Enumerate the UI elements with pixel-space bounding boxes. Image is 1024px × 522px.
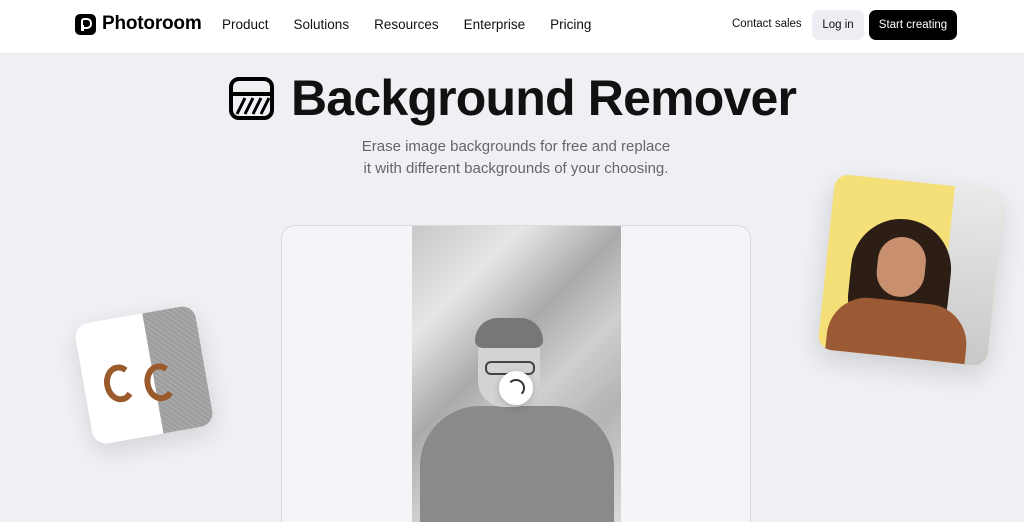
- subtitle-line-1: Erase image backgrounds for free and rep…: [361, 138, 671, 155]
- earrings-example-card: [73, 304, 215, 446]
- nav-resources[interactable]: Resources: [374, 17, 439, 32]
- spinner-icon: [499, 371, 533, 405]
- contact-sales-link[interactable]: Contact sales: [732, 18, 802, 30]
- subtitle-line-2: it with different backgrounds of your ch…: [363, 160, 669, 177]
- photoroom-logo-icon: [75, 13, 96, 35]
- person-hoodie: [420, 406, 614, 522]
- nav-product[interactable]: Product: [222, 17, 269, 32]
- woman-example-card: [817, 173, 1005, 367]
- hero-heading: Background Remover: [228, 70, 797, 126]
- photoroom-logo[interactable]: Photoroom: [75, 13, 202, 35]
- nav-pricing[interactable]: Pricing: [550, 17, 591, 32]
- main-menu: Product Solutions Resources Enterprise P…: [222, 17, 591, 32]
- spinner-ring: [507, 379, 525, 397]
- nav-solutions[interactable]: Solutions: [294, 17, 350, 32]
- person-hair: [475, 318, 543, 348]
- top-navigation: Photoroom Product Solutions Resources En…: [0, 0, 1024, 54]
- page-title: Background Remover: [291, 70, 797, 126]
- earring-left: [101, 361, 139, 405]
- brand-name: Photoroom: [102, 13, 202, 34]
- eraser-frame-icon: [228, 75, 275, 122]
- start-creating-button[interactable]: Start creating: [869, 10, 957, 40]
- image-editor-preview[interactable]: [281, 225, 751, 522]
- login-button[interactable]: Log in: [812, 10, 864, 40]
- nav-enterprise[interactable]: Enterprise: [464, 17, 526, 32]
- hero-subtitle: Erase image backgrounds for free and rep…: [300, 136, 732, 180]
